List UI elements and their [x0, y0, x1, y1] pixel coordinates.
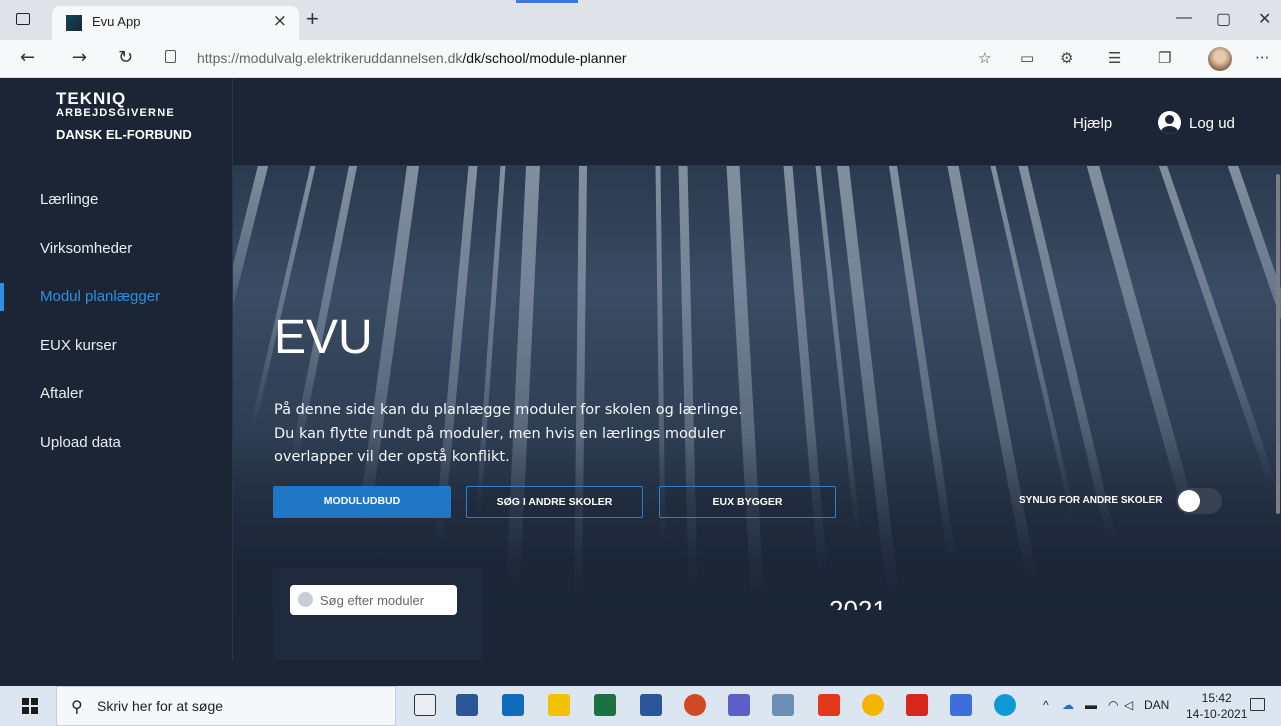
taskbar-search[interactable]: ⚲ Skriv her for at søge — [56, 686, 396, 726]
powerpoint-icon[interactable] — [684, 694, 706, 716]
profile-avatar[interactable] — [1208, 47, 1232, 71]
reading-view-icon[interactable]: ▭ — [1020, 49, 1034, 67]
chrome-icon[interactable] — [862, 694, 884, 716]
back-button[interactable]: ← — [20, 47, 35, 68]
maximize-button[interactable]: ▢ — [1216, 9, 1231, 29]
url-field[interactable]: https://modulvalg.elektrikeruddannelsen.… — [197, 50, 627, 66]
sidebar: TEKNIQ ARBEJDSGIVERNE DANSK EL-FORBUND L… — [0, 78, 233, 660]
excel-icon[interactable] — [594, 694, 616, 716]
outlook-icon[interactable] — [502, 694, 524, 716]
logo-line-1: TEKNIQ — [56, 89, 127, 108]
acrobat-icon[interactable] — [906, 694, 928, 716]
close-window-button[interactable]: ✕ — [1258, 9, 1271, 29]
new-tab-button[interactable]: + — [306, 6, 319, 32]
logo-line-2: ARBEJDSGIVERNE — [56, 107, 175, 119]
task-view-icon[interactable] — [414, 694, 436, 716]
forward-button[interactable]: → — [72, 47, 87, 68]
page-title: EVU — [274, 311, 373, 364]
tab-close-icon[interactable]: × — [273, 11, 287, 31]
search-icon: ⚲ — [71, 697, 83, 716]
onenote-icon[interactable] — [772, 694, 794, 716]
tray-chevron-icon[interactable]: ^ — [1043, 698, 1049, 712]
minimize-button[interactable]: — — [1176, 9, 1192, 27]
store-icon[interactable] — [456, 694, 478, 716]
logo[interactable]: TEKNIQ ARBEJDSGIVERNE DANSK EL-FORBUND — [56, 90, 192, 142]
moduludbud-button[interactable]: MODULUDBUD — [273, 486, 451, 518]
notification-icon[interactable] — [1250, 698, 1265, 711]
favicon-icon — [66, 15, 82, 31]
file-explorer-icon[interactable] — [548, 694, 570, 716]
visibility-label: SYNLIG FOR ANDRE SKOLER — [1019, 495, 1163, 506]
onedrive-icon[interactable]: ☁ — [1062, 698, 1074, 712]
tab-title: Evu App — [92, 14, 141, 29]
sidebar-item-virksomheder[interactable]: Virksomheder — [0, 225, 233, 274]
clock-time: 15:42 — [1201, 691, 1232, 705]
module-search-input[interactable] — [320, 590, 450, 610]
top-header: Hjælp Log ud — [233, 78, 1281, 166]
sidebar-item-laerlinge[interactable]: Lærlinge — [0, 176, 233, 225]
windows-start-icon[interactable] — [22, 698, 38, 714]
user-icon[interactable] — [1158, 111, 1181, 134]
app: TEKNIQ ARBEJDSGIVERNE DANSK EL-FORBUND L… — [0, 78, 1281, 660]
clock[interactable]: 15:42 14-10-2021 — [1186, 690, 1247, 722]
edge-icon[interactable] — [994, 694, 1016, 716]
collections-icon[interactable]: ❐ — [1158, 49, 1171, 67]
lock-icon[interactable] — [165, 50, 176, 63]
module-search-panel — [273, 568, 482, 660]
tab-actions-icon[interactable] — [16, 13, 30, 25]
tab-drag-indicator — [516, 0, 578, 3]
search-other-schools-button[interactable]: SØG I ANDRE SKOLER — [466, 486, 643, 518]
refresh-button[interactable]: ↻ — [118, 47, 133, 68]
office-icon[interactable] — [818, 694, 840, 716]
taskbar-search-placeholder: Skriv her for at søge — [97, 698, 224, 714]
browser-tab-bar: Evu App × + — ▢ ✕ — [0, 0, 1281, 40]
taskbar: ⚲ Skriv her for at søge ^ ☁ ▬ ◠ ◁ DAN 15… — [0, 686, 1281, 726]
help-link[interactable]: Hjælp — [1073, 115, 1112, 132]
battery-icon[interactable]: ▬ — [1085, 698, 1097, 712]
favorites-icon[interactable]: ☰ — [1108, 49, 1121, 67]
sidebar-item-aftaler[interactable]: Aftaler — [0, 370, 233, 419]
logo-line-3: DANSK EL-FORBUND — [56, 127, 192, 142]
visibility-toggle[interactable] — [1176, 488, 1222, 514]
volume-icon[interactable]: ◁ — [1124, 698, 1133, 712]
browser-tab[interactable]: Evu App × — [52, 6, 299, 40]
favorite-star-icon[interactable]: ☆ — [978, 49, 991, 67]
sidebar-item-eux-kurser[interactable]: EUX kurser — [0, 322, 233, 371]
wifi-icon[interactable]: ◠ — [1108, 698, 1118, 712]
language-indicator[interactable]: DAN — [1144, 698, 1169, 712]
sidebar-item-upload-data[interactable]: Upload data — [0, 419, 233, 468]
extensions-icon[interactable]: ⚙ — [1060, 49, 1073, 67]
eux-builder-button[interactable]: EUX BYGGER — [659, 486, 836, 518]
clock-date: 14-10-2021 — [1186, 707, 1248, 721]
toggle-knob — [1178, 490, 1200, 512]
module-search-box — [290, 585, 457, 615]
year-heading: 2021 — [829, 597, 887, 610]
sidebar-nav: Lærlinge Virksomheder Modul planlægger E… — [0, 176, 233, 467]
more-menu-icon[interactable]: ··· — [1255, 49, 1269, 67]
address-bar: ← → ↻ https://modulvalg.elektrikeruddann… — [0, 40, 1281, 78]
todo-icon[interactable] — [950, 694, 972, 716]
page-scrollbar[interactable] — [1276, 174, 1280, 514]
logout-link[interactable]: Log ud — [1189, 115, 1235, 132]
sidebar-item-modul-planlaegger[interactable]: Modul planlægger — [0, 273, 233, 322]
page-description: På denne side kan du planlægge moduler f… — [274, 402, 743, 465]
word-icon[interactable] — [640, 694, 662, 716]
teams-icon[interactable] — [728, 694, 750, 716]
search-icon — [298, 592, 313, 607]
